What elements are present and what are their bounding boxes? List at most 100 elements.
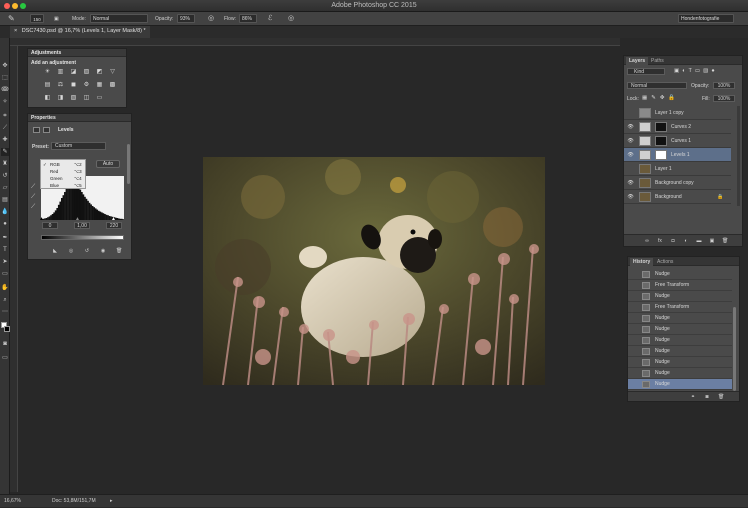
marquee-tool-icon[interactable]: ⬚ [1, 74, 9, 82]
adjustment-icon[interactable]: ▦ [96, 82, 103, 88]
history-item[interactable]: Nudge [628, 291, 732, 302]
screen-mode-icon[interactable]: ▭ [1, 354, 9, 362]
tab-layers[interactable]: Layers [626, 57, 649, 65]
more-tools-icon[interactable]: ⋯ [1, 308, 9, 316]
adjustment-icon[interactable]: ▽ [109, 69, 116, 75]
status-menu-arrow-icon[interactable]: ▸ [110, 495, 113, 508]
adjustment-icon[interactable]: ▩ [109, 82, 116, 88]
eyedropper-gray-icon[interactable]: ⟋ [31, 194, 35, 201]
lock-pixels-icon[interactable]: ✎ [651, 95, 660, 101]
visibility-eye-icon[interactable]: 👁 [626, 120, 635, 134]
mode-select[interactable]: Normal [90, 14, 148, 23]
history-item[interactable]: Nudge [628, 368, 732, 379]
history-item[interactable]: Nudge [628, 357, 732, 368]
input-black-field[interactable]: 0 [42, 222, 58, 229]
history-item[interactable]: Nudge [628, 324, 732, 335]
history-brush-tool-icon[interactable]: ↺ [1, 172, 9, 180]
adjustment-icon[interactable]: ▥ [57, 69, 64, 75]
layer-opacity-field[interactable]: 100% [713, 82, 735, 89]
quick-mask-icon[interactable]: ◙ [1, 340, 9, 348]
adjustment-icon[interactable]: ◪ [70, 69, 77, 75]
lasso-tool-icon[interactable]: ↂ [1, 86, 9, 94]
lock-all-icon[interactable]: 🔒 [668, 95, 679, 101]
move-tool-icon[interactable]: ✥ [1, 62, 9, 70]
visibility-eye-icon[interactable]: 👁 [626, 134, 635, 148]
gradient-tool-icon[interactable]: ▤ [1, 196, 9, 204]
history-item[interactable]: Nudge [628, 335, 732, 346]
layer-row[interactable]: 👁 Background 🔒 [624, 190, 731, 204]
delete-layer-icon[interactable]: 🗑 [722, 238, 728, 244]
add-mask-icon[interactable]: ◘ [670, 238, 676, 244]
hand-tool-icon[interactable]: ✋ [1, 284, 9, 292]
properties-scrollbar[interactable] [127, 144, 130, 184]
history-item[interactable]: Nudge [628, 269, 732, 280]
auto-button[interactable]: Auto [96, 160, 120, 168]
layer-mask-icon[interactable] [43, 127, 50, 133]
eyedropper-white-icon[interactable]: ⟋ [31, 204, 35, 211]
path-select-tool-icon[interactable]: ➤ [1, 258, 9, 266]
layer-row[interactable]: 👁 Background copy [624, 176, 731, 190]
input-white-field[interactable]: 220 [106, 222, 122, 229]
filter-shape-icon[interactable]: ▭ [695, 68, 703, 74]
brush-tool-icon[interactable]: ✎ [1, 148, 9, 156]
filter-pixel-icon[interactable]: ▣ [674, 68, 682, 74]
adjustment-icon[interactable]: ▭ [96, 95, 103, 101]
brush-panel-icon[interactable]: ▣ [54, 14, 59, 24]
layer-row[interactable]: 👁 Levels 1 [624, 148, 731, 162]
close-tab-icon[interactable]: × [14, 28, 17, 34]
blend-mode-select[interactable]: Normal [627, 82, 687, 89]
channel-dropdown-menu[interactable]: ✓ RGB ⌥2 Red ⌥3 Green ⌥4 Blue ⌥5 [40, 159, 86, 189]
healing-tool-icon[interactable]: ✚ [1, 136, 9, 144]
adjustment-icon[interactable]: ⚖ [57, 82, 64, 88]
snapshot-icon[interactable]: ◙ [704, 394, 710, 400]
dodge-tool-icon[interactable]: ● [1, 220, 9, 228]
visibility-eye-icon[interactable]: 👁 [626, 148, 635, 162]
layers-scrollbar[interactable] [737, 106, 740, 206]
history-item[interactable]: Nudge [628, 379, 732, 390]
clip-to-layer-icon[interactable]: ◣ [52, 248, 58, 254]
shape-tool-icon[interactable]: ▭ [1, 270, 9, 278]
preset-select[interactable]: Custom [51, 142, 106, 150]
layer-row[interactable]: Layer 1 [624, 162, 731, 176]
delete-adjustment-icon[interactable]: 🗑 [116, 248, 122, 254]
zoom-tool-icon[interactable]: ⌕ [1, 296, 9, 304]
fill-field[interactable]: 100% [713, 95, 735, 102]
adjustments-panel-header[interactable]: Adjustments [28, 49, 126, 57]
adjustment-icon[interactable]: ▧ [70, 95, 77, 101]
layer-mask-thumbnail[interactable] [655, 136, 667, 146]
eyedropper-black-icon[interactable]: ⟋ [31, 184, 35, 191]
opacity-field[interactable]: 93% [177, 14, 195, 23]
new-group-icon[interactable]: ▬ [696, 238, 702, 244]
history-item[interactable]: Nudge [628, 346, 732, 357]
new-layer-icon[interactable]: ▣ [709, 238, 715, 244]
quick-select-tool-icon[interactable]: ✧ [1, 98, 9, 106]
history-item[interactable]: Nudge [628, 313, 732, 324]
adjustment-icon[interactable]: ▤ [44, 82, 51, 88]
adjustment-icon[interactable]: ⚙ [83, 82, 90, 88]
filter-toggle-icon[interactable]: ● [711, 68, 717, 74]
brush-size-picker[interactable]: 150 [30, 14, 44, 23]
new-adjustment-layer-icon[interactable]: ◐ [683, 238, 689, 244]
tab-actions[interactable]: Actions [654, 258, 676, 266]
history-scrollbar[interactable] [733, 307, 736, 391]
tab-history[interactable]: History [630, 258, 654, 266]
layer-row[interactable]: Layer 1 copy [624, 106, 731, 120]
adjustment-icon[interactable]: ◼ [70, 82, 77, 88]
stamp-tool-icon[interactable]: ♜ [1, 160, 9, 168]
document-image[interactable] [203, 157, 545, 385]
adjustment-icon[interactable]: ◩ [96, 69, 103, 75]
channel-menu-item[interactable]: Blue ⌥5 [41, 182, 87, 189]
brush-tool-icon[interactable]: ✎ [8, 14, 15, 24]
eyedropper-tool-icon[interactable]: ⟋ [1, 124, 9, 132]
adjustment-icon[interactable]: ◨ [57, 95, 64, 101]
visibility-icon[interactable]: ◉ [100, 248, 106, 254]
pressure-size-icon[interactable]: ◎ [288, 14, 294, 24]
history-item[interactable]: Free Transform [628, 302, 732, 313]
pen-tool-icon[interactable]: ✒ [1, 234, 9, 242]
delete-state-icon[interactable]: 🗑 [718, 394, 724, 400]
layer-style-icon[interactable]: fx [657, 238, 663, 244]
channel-menu-item[interactable]: Red ⌥3 [41, 168, 87, 175]
eraser-tool-icon[interactable]: ▱ [1, 184, 9, 192]
blur-tool-icon[interactable]: 💧 [1, 208, 9, 216]
zoom-level[interactable]: 16,67% [4, 495, 21, 508]
